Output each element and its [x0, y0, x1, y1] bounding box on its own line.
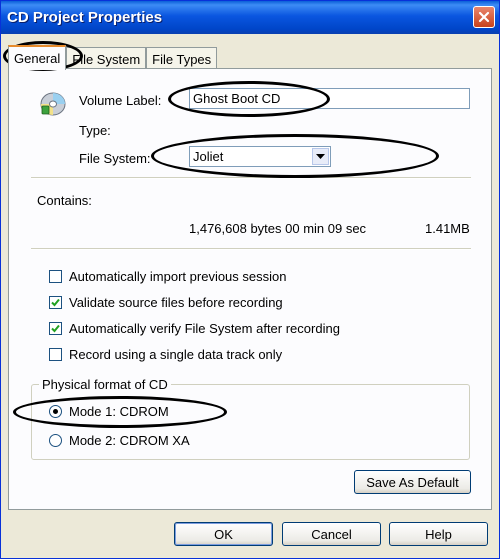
close-icon — [478, 11, 490, 23]
verify-file-system-label[interactable]: Automatically verify File System after r… — [69, 321, 340, 336]
window-title: CD Project Properties — [7, 9, 163, 26]
type-label: Type: — [79, 123, 111, 138]
checkmark-icon — [51, 298, 60, 307]
mode2-radio[interactable] — [49, 434, 62, 447]
mode2-label[interactable]: Mode 2: CDROM XA — [69, 433, 190, 448]
import-session-checkbox[interactable] — [49, 270, 62, 283]
volume-label-input[interactable]: Ghost Boot CD — [189, 88, 470, 109]
radio-selected-dot — [53, 409, 58, 414]
file-system-selected-value: Joliet — [193, 149, 224, 164]
checkmark-icon — [51, 324, 60, 333]
close-button[interactable] — [473, 6, 495, 28]
contains-label: Contains: — [37, 193, 92, 208]
save-as-default-button[interactable]: Save As Default — [354, 470, 471, 494]
ok-button[interactable]: OK — [174, 522, 273, 546]
chevron-down-icon — [316, 153, 325, 159]
cancel-button[interactable]: Cancel — [282, 522, 381, 546]
cd-disc-icon — [40, 92, 66, 116]
tab-file-system[interactable]: File System — [66, 47, 147, 69]
contains-bytes-value: 1,476,608 bytes 00 min 09 sec — [189, 221, 367, 236]
verify-file-system-checkbox[interactable] — [49, 322, 62, 335]
help-button[interactable]: Help — [389, 522, 488, 546]
tab-general[interactable]: General — [8, 45, 67, 70]
title-bar[interactable]: CD Project Properties — [1, 1, 499, 34]
volume-label-label: Volume Label: — [79, 93, 162, 108]
separator-middle — [31, 248, 471, 250]
single-track-checkbox[interactable] — [49, 348, 62, 361]
tab-strip: General File System File Types — [8, 45, 218, 70]
separator-top — [31, 177, 471, 179]
single-track-label[interactable]: Record using a single data track only — [69, 347, 282, 362]
validate-files-checkbox[interactable] — [49, 296, 62, 309]
physical-format-title: Physical format of CD — [39, 377, 171, 392]
physical-format-group — [31, 384, 470, 460]
dialog-window: CD Project Properties General File Syste… — [0, 0, 500, 559]
tab-file-types[interactable]: File Types — [146, 47, 218, 69]
file-system-label: File System: — [79, 151, 151, 166]
validate-files-label[interactable]: Validate source files before recording — [69, 295, 283, 310]
import-session-label[interactable]: Automatically import previous session — [69, 269, 286, 284]
file-system-select[interactable]: Joliet — [189, 146, 331, 167]
dropdown-arrow[interactable] — [312, 148, 329, 165]
contains-size-value: 1.41MB — [425, 221, 470, 236]
mode1-radio[interactable] — [49, 405, 62, 418]
mode1-label[interactable]: Mode 1: CDROM — [69, 404, 169, 419]
